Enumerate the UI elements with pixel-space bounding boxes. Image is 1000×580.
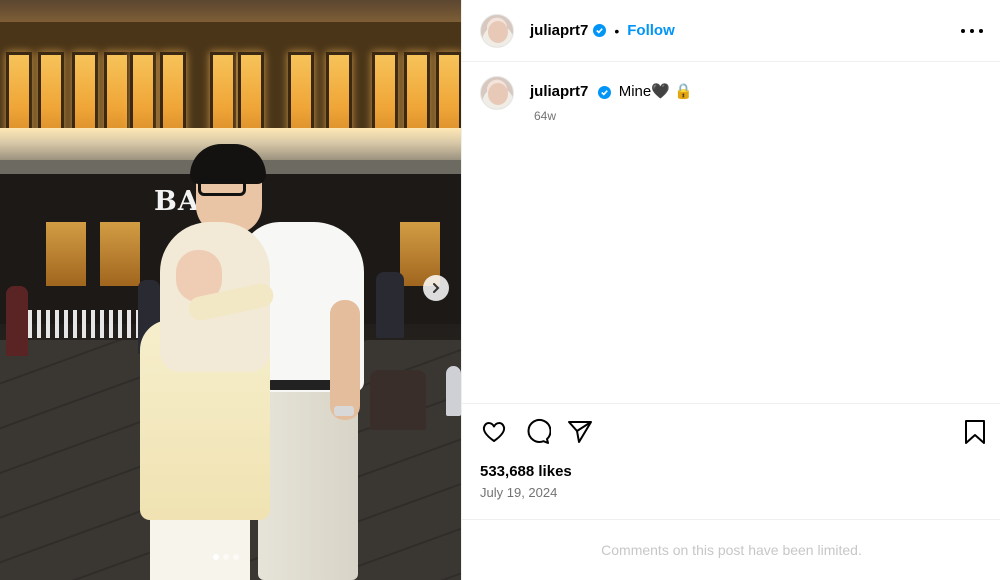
carousel-dots (213, 554, 239, 560)
pedestrian (6, 286, 28, 356)
post-header: juliaprt7 • Follow (462, 0, 1000, 62)
seated-people (370, 370, 426, 430)
caption-time-ago[interactable]: 64w (534, 109, 556, 123)
carousel-dot[interactable] (213, 554, 219, 560)
comment-icon[interactable] (523, 418, 551, 446)
comments-limited-notice: Comments on this post have been limited. (462, 519, 1000, 580)
wristwatch (334, 406, 354, 416)
carousel-next-button[interactable] (423, 275, 449, 301)
building-facade (0, 22, 461, 144)
post-date[interactable]: July 19, 2024 (480, 485, 557, 500)
caption-text: Mine (618, 83, 652, 100)
carousel-dot[interactable] (223, 554, 229, 560)
post-details-panel: juliaprt7 • Follow juliaprt7 Mine🖤 🔒 64w (461, 0, 1000, 580)
share-icon[interactable] (566, 418, 594, 446)
lit-window (100, 222, 140, 286)
white-fence (28, 310, 148, 338)
man-arm (330, 300, 360, 420)
follow-button[interactable]: Follow (627, 22, 675, 39)
pedestrian (446, 366, 461, 416)
lock-emoji: 🔒 (674, 83, 693, 100)
eyeglasses (198, 178, 246, 196)
action-bar (462, 403, 1000, 459)
black-heart-emoji: 🖤 (651, 83, 670, 100)
pedestrian (376, 272, 404, 338)
header-username[interactable]: juliaprt7 (530, 22, 588, 39)
heart-icon[interactable] (480, 418, 508, 446)
avatar[interactable] (480, 13, 514, 48)
carousel-dot[interactable] (233, 554, 239, 560)
verified-badge-icon (597, 85, 611, 99)
lit-window (46, 222, 86, 286)
more-options-icon[interactable] (961, 22, 983, 40)
avatar[interactable] (480, 76, 514, 110)
post-photo: BATA (0, 0, 461, 580)
caption-username[interactable]: juliaprt7 (530, 83, 588, 100)
chevron-right-icon (433, 283, 440, 293)
bookmark-icon[interactable] (961, 418, 989, 446)
separator-dot: • (614, 22, 620, 39)
caption: juliaprt7 Mine🖤 🔒 (530, 76, 693, 110)
verified-badge-icon (593, 24, 607, 37)
likes-count[interactable]: 533,688 likes (480, 463, 572, 480)
caption-row: juliaprt7 Mine🖤 🔒 (480, 76, 693, 110)
